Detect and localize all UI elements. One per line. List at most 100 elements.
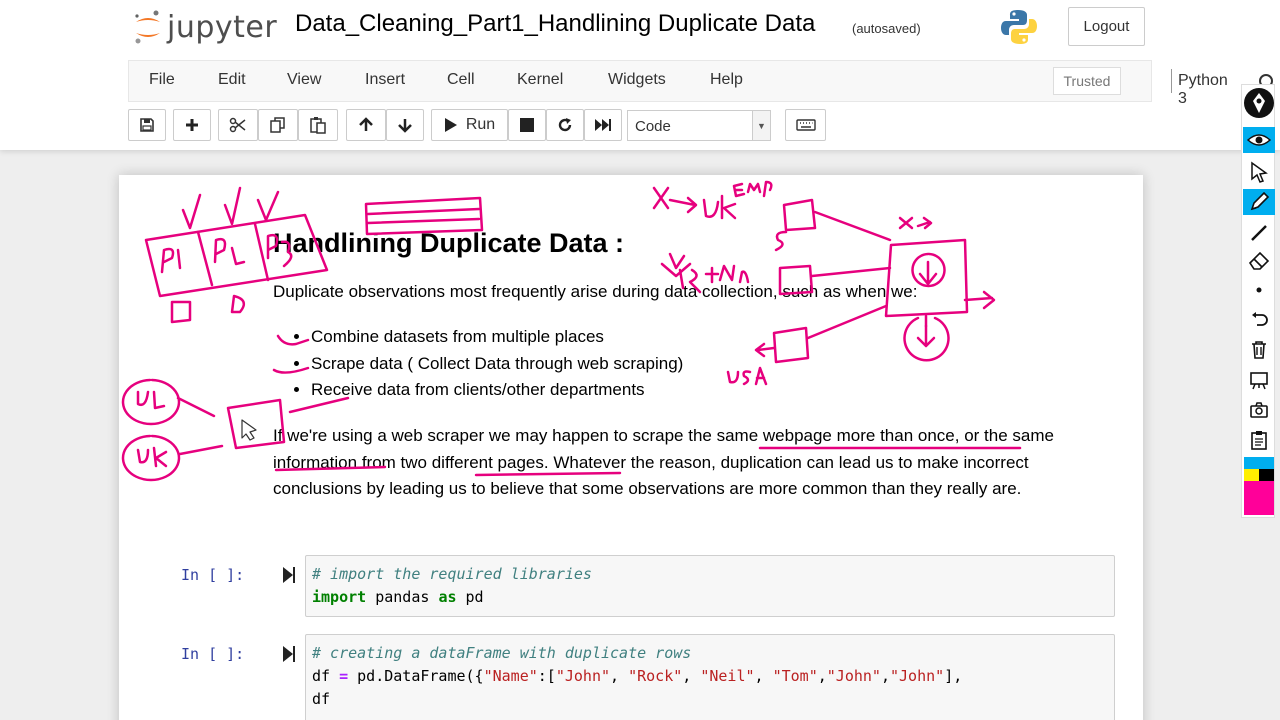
eraser-icon [1248, 251, 1270, 270]
menu-kernel[interactable]: Kernel [517, 71, 563, 89]
command-palette-button[interactable] [785, 109, 826, 141]
code-string: "John" [826, 667, 881, 685]
menu-file[interactable]: File [149, 71, 175, 89]
trusted-badge[interactable]: Trusted [1053, 67, 1121, 95]
list-item: Scrape data ( Collect Data through web s… [311, 351, 683, 378]
play-icon [444, 118, 457, 132]
trash-icon [1252, 341, 1266, 359]
code-cell-editor[interactable]: # import the required libraries import p… [305, 555, 1115, 617]
camera-icon [1250, 402, 1268, 418]
eye-button[interactable] [1243, 127, 1275, 153]
menu-cell[interactable]: Cell [447, 71, 475, 89]
undo-icon [1252, 312, 1268, 326]
screenshot-button[interactable] [1246, 397, 1272, 423]
code-string: "Rock" [628, 667, 683, 685]
code-text: :[ [537, 667, 556, 685]
pen-logo-button[interactable] [1243, 87, 1275, 119]
eye-icon [1247, 134, 1271, 146]
clipboard-icon [1251, 431, 1267, 450]
code-string: "John" [890, 667, 945, 685]
color-swatch-black[interactable] [1259, 469, 1274, 481]
code-string: "Tom" [772, 667, 818, 685]
menubar: File Edit View Insert Cell Kernel Widget… [128, 60, 1273, 107]
arrow-up-icon [359, 117, 373, 131]
menu-edit[interactable]: Edit [218, 71, 246, 89]
jupyter-logo-text: jupyter [167, 9, 278, 45]
whiteboard-button[interactable] [1246, 367, 1272, 393]
code-text: df [312, 690, 331, 708]
cursor-button[interactable] [1246, 159, 1272, 185]
save-button[interactable] [128, 109, 166, 141]
run-button[interactable]: Run [431, 109, 508, 141]
whiteboard-icon [1250, 372, 1268, 390]
stop-icon [520, 118, 534, 132]
notebook-title[interactable]: Data_Cleaning_Part1_Handlining Duplicate… [295, 10, 815, 38]
python-logo-icon [1001, 10, 1037, 44]
line-button[interactable] [1246, 219, 1272, 245]
code-string: "John" [555, 667, 611, 685]
markdown-heading: Handlining Duplicate Data : [273, 228, 625, 258]
pen-icon [1250, 191, 1270, 211]
move-up-button[interactable] [346, 109, 386, 141]
markdown-intro: Duplicate observations most frequently a… [273, 282, 918, 301]
kernel-separator [1171, 69, 1172, 93]
eraser-button[interactable] [1246, 247, 1272, 273]
move-down-button[interactable] [386, 109, 424, 141]
copy-icon [270, 117, 285, 133]
pen-logo-icon [1244, 88, 1274, 118]
run-cell-icon[interactable] [283, 567, 295, 583]
scissors-icon [229, 117, 246, 133]
line-icon [1251, 225, 1267, 241]
menu-view[interactable]: View [287, 71, 321, 89]
undo-button[interactable] [1246, 307, 1272, 333]
run-cell-icon[interactable] [283, 646, 295, 662]
restart-button[interactable] [546, 109, 584, 141]
notebook-header: jupyter Data_Cleaning_Part1_Handlining D… [0, 0, 1280, 150]
cursor-icon [1251, 161, 1268, 183]
pen-button[interactable] [1243, 189, 1275, 215]
logout-button[interactable]: Logout [1068, 7, 1145, 46]
jupyter-logo[interactable]: jupyter [133, 8, 277, 46]
color-swatch-cyan[interactable] [1244, 457, 1274, 469]
restart-run-all-button[interactable] [584, 109, 622, 141]
fast-forward-icon [595, 119, 611, 131]
list-item: Combine datasets from multiple places [311, 324, 683, 351]
kernel-name: Python 3 [1178, 72, 1228, 107]
clipboard-button[interactable] [1246, 427, 1272, 453]
cell-type-select[interactable]: Code ▼ [627, 110, 771, 141]
list-item: Receive data from clients/other departme… [311, 377, 683, 404]
save-icon [140, 118, 154, 132]
arrow-down-icon [398, 119, 412, 133]
keyboard-icon [795, 119, 816, 131]
jupyter-logo-icon [135, 10, 160, 44]
paste-button[interactable] [298, 109, 338, 141]
dot-size-button[interactable] [1246, 277, 1272, 303]
plus-icon [186, 119, 198, 131]
cut-button[interactable] [218, 109, 258, 141]
color-swatch-yellow[interactable] [1244, 469, 1259, 481]
code-cell-editor[interactable]: # creating a dataFrame with duplicate ro… [305, 634, 1115, 720]
interrupt-button[interactable] [508, 109, 546, 141]
markdown-bullet-list: Combine datasets from multiple places Sc… [293, 324, 683, 404]
restart-icon [558, 118, 572, 132]
menu-help[interactable]: Help [710, 71, 743, 89]
code-keyword: as [438, 588, 457, 606]
code-string: "Name" [483, 667, 538, 685]
code-comment: # import the required libraries [312, 565, 592, 583]
menu-insert[interactable]: Insert [365, 71, 405, 89]
markdown-paragraph: If we're using a web scraper we may happ… [273, 426, 1054, 498]
code-string: "Neil" [700, 667, 755, 685]
menu-widgets[interactable]: Widgets [608, 71, 666, 89]
cell-type-value: Code [635, 118, 671, 135]
insert-cell-button[interactable] [173, 109, 211, 141]
chevron-down-icon: ▼ [752, 111, 770, 140]
color-swatch-magenta[interactable] [1244, 481, 1274, 515]
autosave-status: (autosaved) [852, 21, 921, 36]
code-comment: # creating a dataFrame with duplicate ro… [312, 644, 692, 662]
copy-button[interactable] [258, 109, 298, 141]
code-keyword: import [312, 588, 367, 606]
code-text: ], [944, 667, 963, 685]
code-operator: = [339, 667, 349, 685]
clear-button[interactable] [1246, 337, 1272, 363]
paste-icon [310, 117, 326, 134]
